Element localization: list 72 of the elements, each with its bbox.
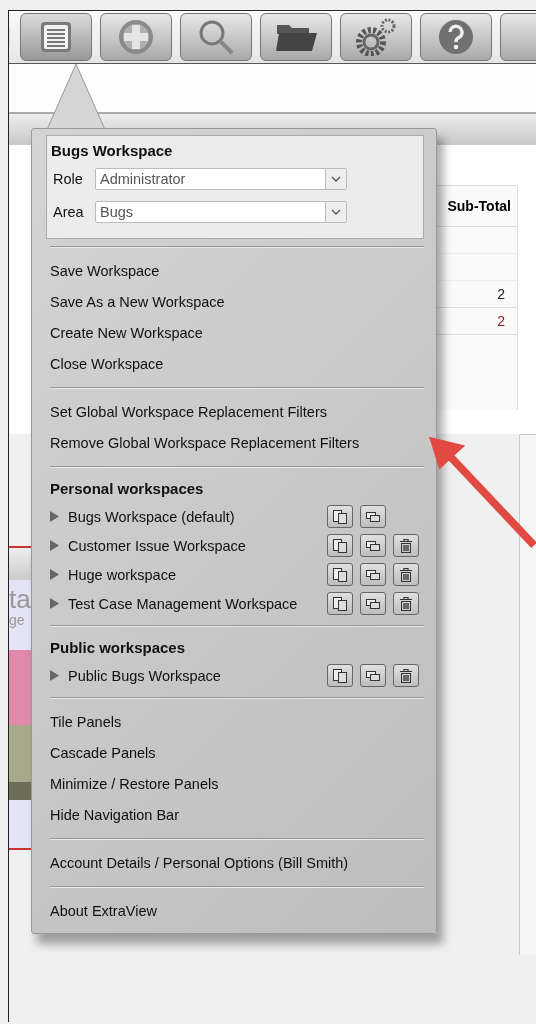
expand-arrow-icon[interactable] (50, 511, 59, 522)
copy-button[interactable] (327, 592, 353, 615)
copy-icon (332, 537, 348, 554)
rename-button[interactable] (360, 592, 386, 615)
menu-item[interactable]: Minimize / Restore Panels (50, 769, 219, 800)
dropdown-field[interactable]: Administrator (95, 167, 347, 190)
trash-icon (398, 566, 414, 583)
rename-button[interactable] (360, 664, 386, 687)
rename-button[interactable] (360, 534, 386, 557)
expand-arrow-icon[interactable] (50, 569, 59, 580)
rename-button[interactable] (360, 563, 386, 586)
copy-icon (332, 508, 348, 525)
delete-button[interactable] (393, 664, 419, 687)
windows-icon (365, 567, 381, 582)
toolbar-button[interactable] (340, 13, 412, 61)
copy-button[interactable] (327, 664, 353, 687)
delete-button[interactable] (393, 534, 419, 557)
chart-title: ta (9, 586, 31, 612)
section-heading: Personal workspaces (50, 479, 205, 499)
menu-item[interactable]: Tile Panels (50, 707, 122, 738)
menu-item[interactable]: Hide Navigation Bar (50, 800, 179, 831)
windows-icon (365, 668, 381, 683)
chart-subtitle: ge (9, 612, 25, 628)
toolbar-button[interactable] (20, 13, 92, 61)
menu-item[interactable]: Cascade Panels (50, 738, 156, 769)
workspace-item[interactable]: Huge workspace (68, 566, 327, 583)
delete-button[interactable] (393, 592, 419, 615)
chevron-down-icon (331, 175, 341, 182)
menu-item[interactable]: Set Global Workspace Replacement Filters (50, 397, 327, 428)
trash-icon (398, 537, 414, 554)
section-heading: Public workspaces (50, 638, 187, 658)
trash-icon (398, 667, 414, 684)
workspace-item[interactable]: Test Case Management Workspace (68, 595, 327, 612)
search-icon (198, 19, 234, 55)
field-label: Role (53, 170, 84, 187)
add-icon (118, 19, 154, 55)
trash-icon (398, 595, 414, 612)
workspace-item[interactable]: Customer Issue Workspace (68, 537, 327, 554)
windows-icon (365, 596, 381, 611)
menu-item[interactable]: Create New Workspace (50, 318, 203, 349)
rename-button[interactable] (360, 505, 386, 528)
menu-item[interactable]: Account Details / Personal Options (Bill Smith) (50, 848, 349, 879)
windows-icon (365, 509, 381, 524)
menu-item[interactable]: Close Workspace (50, 349, 164, 380)
copy-icon (332, 566, 348, 583)
expand-arrow-icon[interactable] (50, 598, 59, 609)
menu-item[interactable]: Remove Global Workspace Replacement Filters (50, 428, 360, 459)
copy-button[interactable] (327, 534, 353, 557)
help-icon (438, 19, 474, 55)
expand-arrow-icon[interactable] (50, 670, 59, 681)
copy-button[interactable] (327, 563, 353, 586)
menu-item[interactable]: Save As a New Workspace (50, 287, 225, 318)
list-icon (39, 20, 73, 54)
menu-title: Bugs Workspace (51, 141, 174, 161)
copy-icon (332, 667, 348, 684)
workspace-item[interactable]: Bugs Workspace (default) (68, 508, 327, 525)
toolbar-button[interactable] (180, 13, 252, 61)
windows-icon (365, 538, 381, 553)
delete-button[interactable] (393, 563, 419, 586)
gears-icon (355, 18, 397, 56)
chevron-down-icon (331, 208, 341, 215)
workspace-item[interactable]: Public Bugs Workspace (68, 667, 327, 684)
toolbar-button[interactable] (100, 13, 172, 61)
toolbar-button[interactable] (420, 13, 492, 61)
copy-button[interactable] (327, 505, 353, 528)
menu-item[interactable]: About ExtraView (50, 896, 157, 927)
menu-item[interactable]: Save Workspace (50, 256, 160, 287)
copy-icon (332, 595, 348, 612)
expand-arrow-icon[interactable] (50, 540, 59, 551)
field-label: Area (53, 203, 85, 220)
toolbar-button[interactable] (260, 13, 332, 61)
dropdown-field[interactable]: Bugs (95, 200, 347, 223)
